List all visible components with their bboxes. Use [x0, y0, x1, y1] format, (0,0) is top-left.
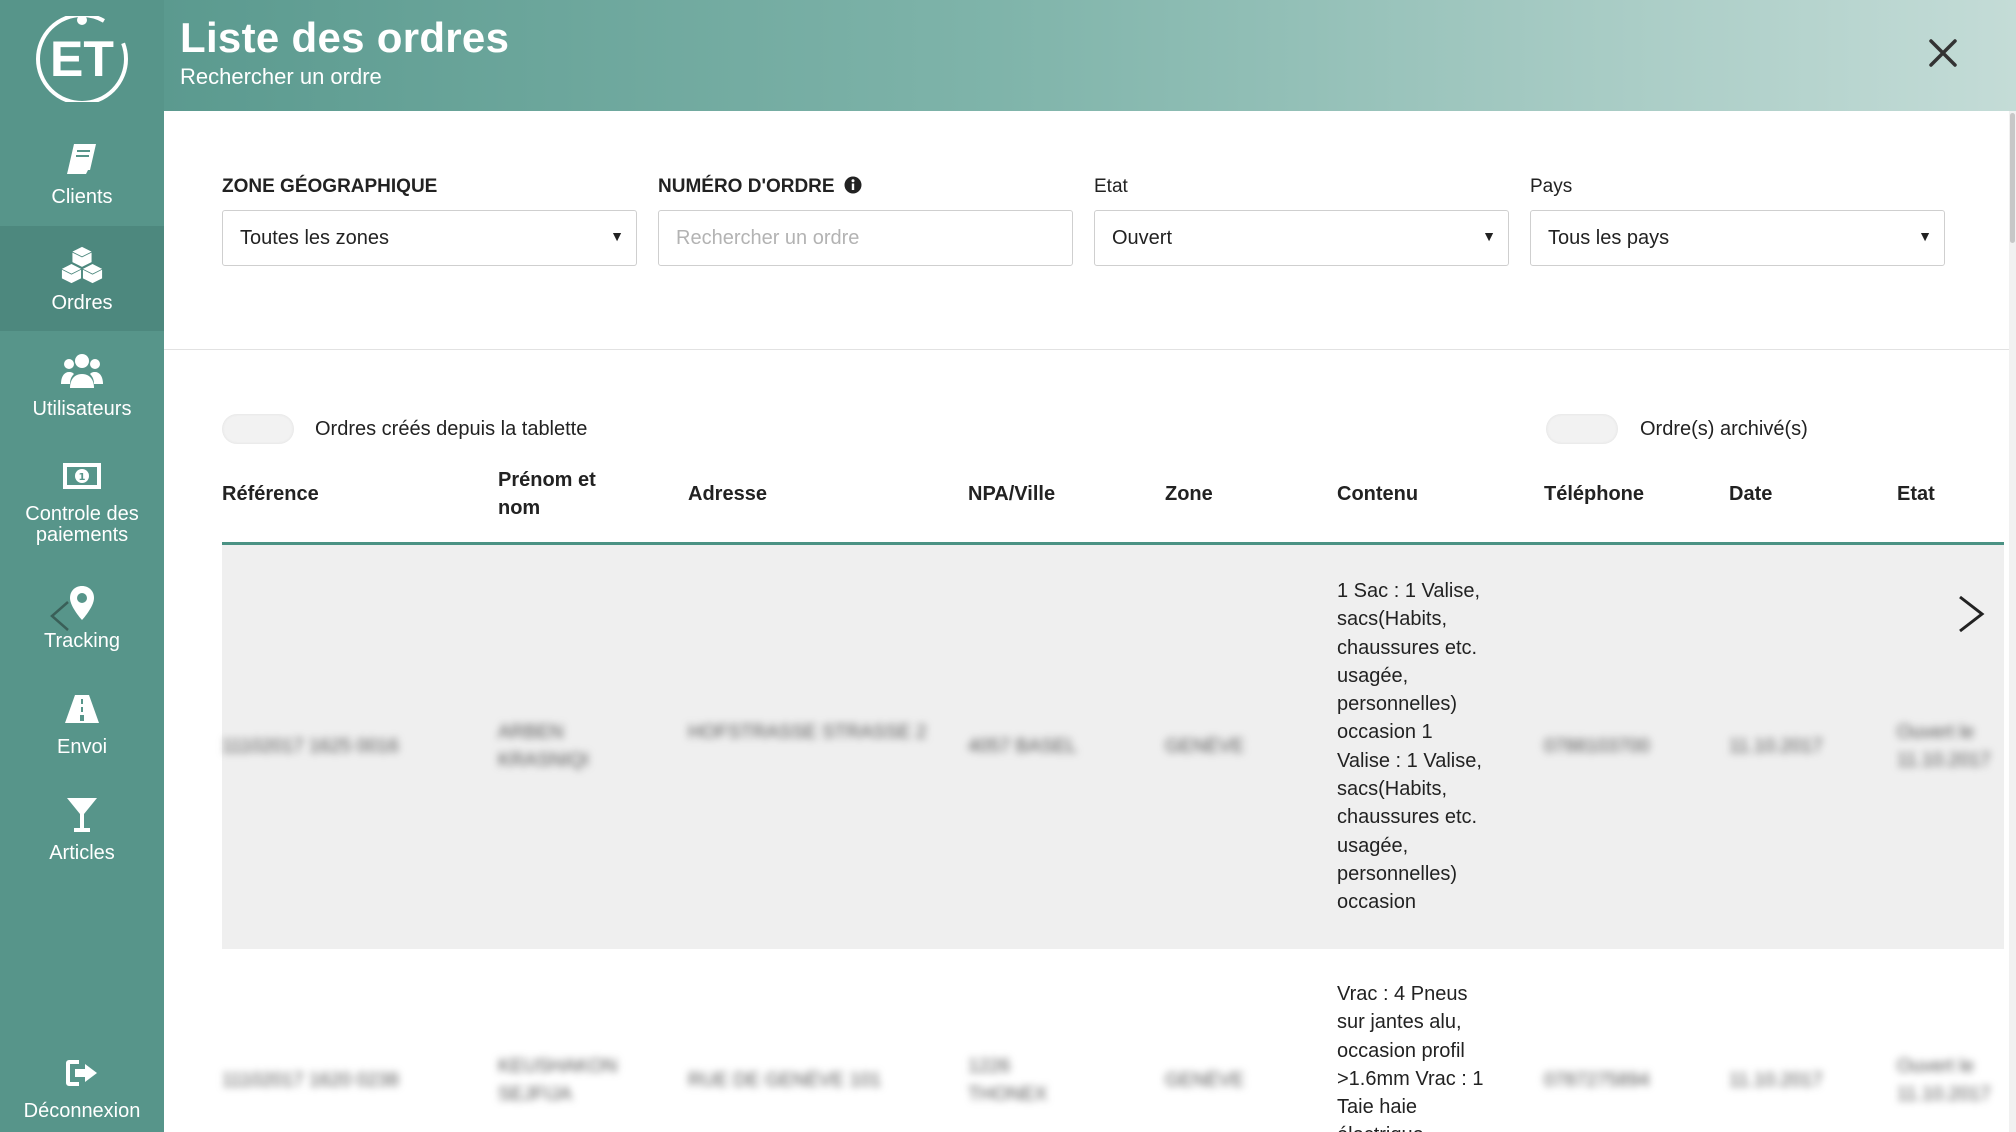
sidebar-item-articles[interactable]: Articles [0, 776, 164, 881]
sidebar-item-utilisateurs[interactable]: Utilisateurs [0, 332, 164, 437]
cell-city: 4057 BASEL [968, 736, 1077, 757]
cell-phone: 0788103700 [1544, 736, 1650, 757]
col-header-address[interactable]: Adresse [688, 480, 767, 508]
cell-address: RUE DE GENÈVE 101 [688, 1070, 882, 1091]
sidebar-item-label: Utilisateurs [32, 398, 132, 420]
cell-city: 1226 THONEX [968, 1056, 1048, 1105]
caret-down-icon: ▼ [1482, 228, 1496, 244]
archived-orders-toggle[interactable] [1546, 414, 1618, 444]
chevron-right-icon[interactable] [1952, 594, 1988, 634]
sidebar-item-clients[interactable]: Clients [0, 120, 164, 225]
logout-button[interactable]: Déconnexion [0, 1040, 164, 1132]
zone-select[interactable]: Toutes les zones ▼ [222, 210, 637, 266]
boxes-icon [60, 243, 104, 287]
sidebar-item-label: Controle des paiements [25, 503, 139, 546]
logout-label: Déconnexion [23, 1099, 141, 1122]
cell-date: 11.10.2017 [1729, 1070, 1823, 1091]
state-select[interactable]: Ouvert ▼ [1094, 210, 1509, 266]
tablet-orders-toggle-label: Ordres créés depuis la tablette [315, 418, 588, 440]
caret-down-icon: ▼ [610, 228, 624, 244]
tablet-orders-toggle[interactable] [222, 414, 294, 444]
cell-state: Ouvert le 11.10.2017 [1897, 722, 1991, 771]
sidebar-item-label: Ordres [51, 292, 113, 314]
table-row[interactable]: 11102017 1620 0238 KEUSHAKON SEJFIJA RUE… [222, 949, 2004, 1132]
country-select[interactable]: Tous les pays ▼ [1530, 210, 1945, 266]
page-title: Liste des ordres [180, 14, 510, 61]
sign-out-icon [60, 1051, 104, 1095]
sidebar-item-tracking[interactable]: Tracking [0, 564, 164, 669]
cell-phone: 0787275894 [1544, 1070, 1650, 1091]
col-header-state[interactable]: Etat [1897, 480, 1935, 508]
sidebar-item-ordres[interactable]: Ordres [0, 226, 164, 331]
cell-state: Ouvert le 11.10.2017 [1897, 1056, 1991, 1105]
sidebar-item-controle-paiements[interactable]: 1 Controle des paiements [0, 440, 164, 560]
col-header-reference[interactable]: Référence [222, 480, 319, 508]
close-button[interactable] [1928, 38, 1964, 74]
cell-content: 1 Sac : 1 Valise, sacs(Habits, chaussure… [1337, 580, 1482, 914]
col-header-phone[interactable]: Téléphone [1544, 480, 1644, 508]
col-header-name[interactable]: Prénom et nom [498, 466, 618, 522]
book-icon [60, 137, 104, 181]
col-header-city[interactable]: NPA/Ville [968, 480, 1055, 508]
app-logo[interactable]: ET [0, 0, 164, 118]
svg-text:1: 1 [79, 472, 86, 483]
sidebar: ET Clients Ordres Utilisateurs 1 Control… [0, 0, 164, 1132]
order-number-input-wrap [658, 210, 1073, 266]
sidebar-item-envoi[interactable]: Envoi [0, 670, 164, 775]
glass-icon [60, 793, 104, 837]
cell-address: HOFSTRASSE STRASSE 2 [688, 722, 927, 743]
sidebar-item-label: Clients [51, 186, 113, 208]
cell-reference: 11102017 1625 0016 [222, 736, 399, 757]
zone-filter-label: ZONE GÉOGRAPHIQUE [222, 176, 438, 197]
cell-name: KEUSHAKON SEJFIJA [498, 1056, 618, 1105]
users-icon [60, 349, 104, 393]
cell-date: 11.10.2017 [1729, 736, 1823, 757]
archived-orders-toggle-label: Ordre(s) archivé(s) [1640, 418, 1808, 440]
caret-down-icon: ▼ [1918, 228, 1932, 244]
zone-select-value: Toutes les zones [240, 226, 389, 249]
page-header: Liste des ordres Rechercher un ordre [164, 0, 2016, 111]
col-header-date[interactable]: Date [1729, 480, 1772, 508]
sidebar-item-label: Envoi [56, 736, 108, 758]
money-icon: 1 [60, 454, 104, 498]
col-header-zone[interactable]: Zone [1165, 480, 1213, 508]
cell-zone: GENÈVE [1165, 1070, 1245, 1091]
state-filter-label: Etat [1094, 176, 1128, 197]
cell-zone: GENÈVE [1165, 736, 1245, 757]
col-header-content[interactable]: Contenu [1337, 480, 1418, 508]
table-row[interactable]: 11102017 1625 0016 ARBEN KRASNIQI HOFSTR… [222, 545, 2004, 949]
sidebar-item-label: Tracking [44, 630, 120, 652]
cell-content: Vrac : 4 Pneus sur jantes alu, occasion … [1337, 983, 1484, 1132]
cell-name: ARBEN KRASNIQI [498, 722, 589, 771]
order-number-label: NUMÉRO D'ORDRE [658, 176, 862, 198]
section-divider [164, 349, 2009, 350]
order-number-input[interactable] [676, 226, 1055, 250]
info-icon[interactable] [844, 176, 862, 194]
country-filter-label: Pays [1530, 176, 1573, 197]
close-icon [1929, 39, 1957, 67]
state-select-value: Ouvert [1112, 226, 1173, 249]
sidebar-item-label: Articles [49, 842, 115, 864]
scrollbar-thumb[interactable] [2010, 113, 2015, 243]
page-subtitle: Rechercher un ordre [180, 64, 382, 89]
road-icon [60, 687, 104, 731]
country-select-value: Tous les pays [1548, 226, 1670, 249]
scrollbar[interactable] [2009, 111, 2016, 1132]
svg-text:ET: ET [50, 31, 114, 87]
chevron-left-icon[interactable] [48, 600, 70, 632]
cell-reference: 11102017 1620 0238 [222, 1070, 399, 1091]
